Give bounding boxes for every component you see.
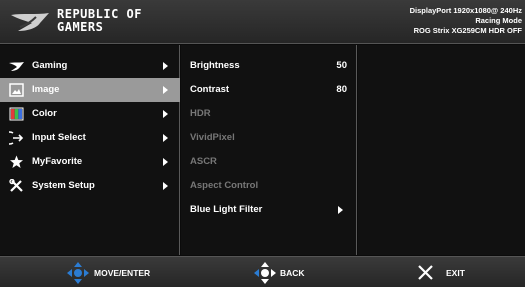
info-model: ROG Strix XG259CM HDR OFF: [413, 26, 522, 35]
brightness-label: Brightness: [190, 60, 240, 71]
chevron-right-icon: [163, 62, 168, 70]
info-mode: Racing Mode: [475, 16, 522, 25]
menu-item-gaming[interactable]: Gaming: [0, 54, 180, 78]
exit-label: EXIT: [446, 268, 465, 278]
menu-label-color: Color: [32, 108, 57, 119]
submenu-item-blue-light-filter[interactable]: Blue Light Filter: [181, 198, 357, 222]
menu-item-input-select[interactable]: Input Select: [0, 126, 180, 150]
blue-light-filter-label: Blue Light Filter: [190, 204, 263, 215]
submenu-item-hdr: HDR: [181, 102, 357, 126]
chevron-right-icon: [163, 158, 168, 166]
submenu-item-ascr: ASCR: [181, 150, 357, 174]
menu-label-system-setup: System Setup: [32, 180, 95, 191]
contrast-value: 80: [336, 84, 347, 95]
aspect-control-label: Aspect Control: [190, 180, 259, 191]
color-icon: [9, 107, 24, 121]
submenu-item-brightness[interactable]: Brightness 50: [181, 54, 357, 78]
hdr-label: HDR: [190, 108, 211, 119]
ascr-label: ASCR: [190, 156, 217, 167]
image-submenu: Brightness 50 Contrast 80 HDR VividPixel…: [181, 45, 357, 255]
chevron-right-icon: [338, 206, 343, 214]
menu-label-image: Image: [32, 84, 60, 95]
osd-footer: MOVE/ENTER BACK EXIT: [0, 256, 525, 287]
dpad-icon: [67, 262, 89, 284]
move-enter-label: MOVE/ENTER: [94, 268, 151, 278]
chevron-right-icon: [163, 134, 168, 142]
brand-line-2: GAMERS: [57, 20, 104, 34]
menu-label-gaming: Gaming: [32, 60, 68, 71]
menu-label-input-select: Input Select: [32, 132, 86, 143]
submenu-item-vividpixel: VividPixel: [181, 126, 357, 150]
brand-logo-text: REPUBLIC OF GAMERS: [57, 8, 142, 34]
main-menu: Gaming Image Color Input Select MyFavori…: [0, 45, 180, 255]
vividpixel-label: VividPixel: [190, 132, 235, 143]
dpad-back-icon: [254, 262, 276, 284]
menu-item-image[interactable]: Image: [0, 78, 180, 102]
osd-header: REPUBLIC OF GAMERS DisplayPort 1920x1080…: [0, 0, 525, 44]
submenu-item-aspect-control: Aspect Control: [181, 174, 357, 198]
value-pane: [358, 45, 525, 255]
rog-eye-icon: [9, 62, 24, 71]
submenu-item-contrast[interactable]: Contrast 80: [181, 78, 357, 102]
image-icon: [9, 83, 24, 97]
menu-item-myfavorite[interactable]: MyFavorite: [0, 150, 180, 174]
brightness-value: 50: [336, 60, 347, 71]
chevron-right-icon: [163, 86, 168, 94]
chevron-right-icon: [163, 110, 168, 118]
info-signal: DisplayPort 1920x1080@ 240Hz: [409, 6, 522, 15]
close-icon: [418, 265, 433, 280]
rog-logo-icon: [11, 13, 49, 31]
back-label: BACK: [280, 268, 305, 278]
chevron-right-icon: [163, 182, 168, 190]
contrast-label: Contrast: [190, 84, 230, 95]
menu-label-myfavorite: MyFavorite: [32, 156, 83, 167]
display-info: DisplayPort 1920x1080@ 240Hz Racing Mode…: [410, 6, 522, 36]
input-select-icon: [9, 131, 24, 145]
menu-item-color[interactable]: Color: [0, 102, 180, 126]
monitor-osd: REPUBLIC OF GAMERS DisplayPort 1920x1080…: [0, 0, 525, 287]
menu-item-system-setup[interactable]: System Setup: [0, 174, 180, 198]
star-icon: [10, 155, 23, 168]
tools-icon: [9, 179, 23, 192]
